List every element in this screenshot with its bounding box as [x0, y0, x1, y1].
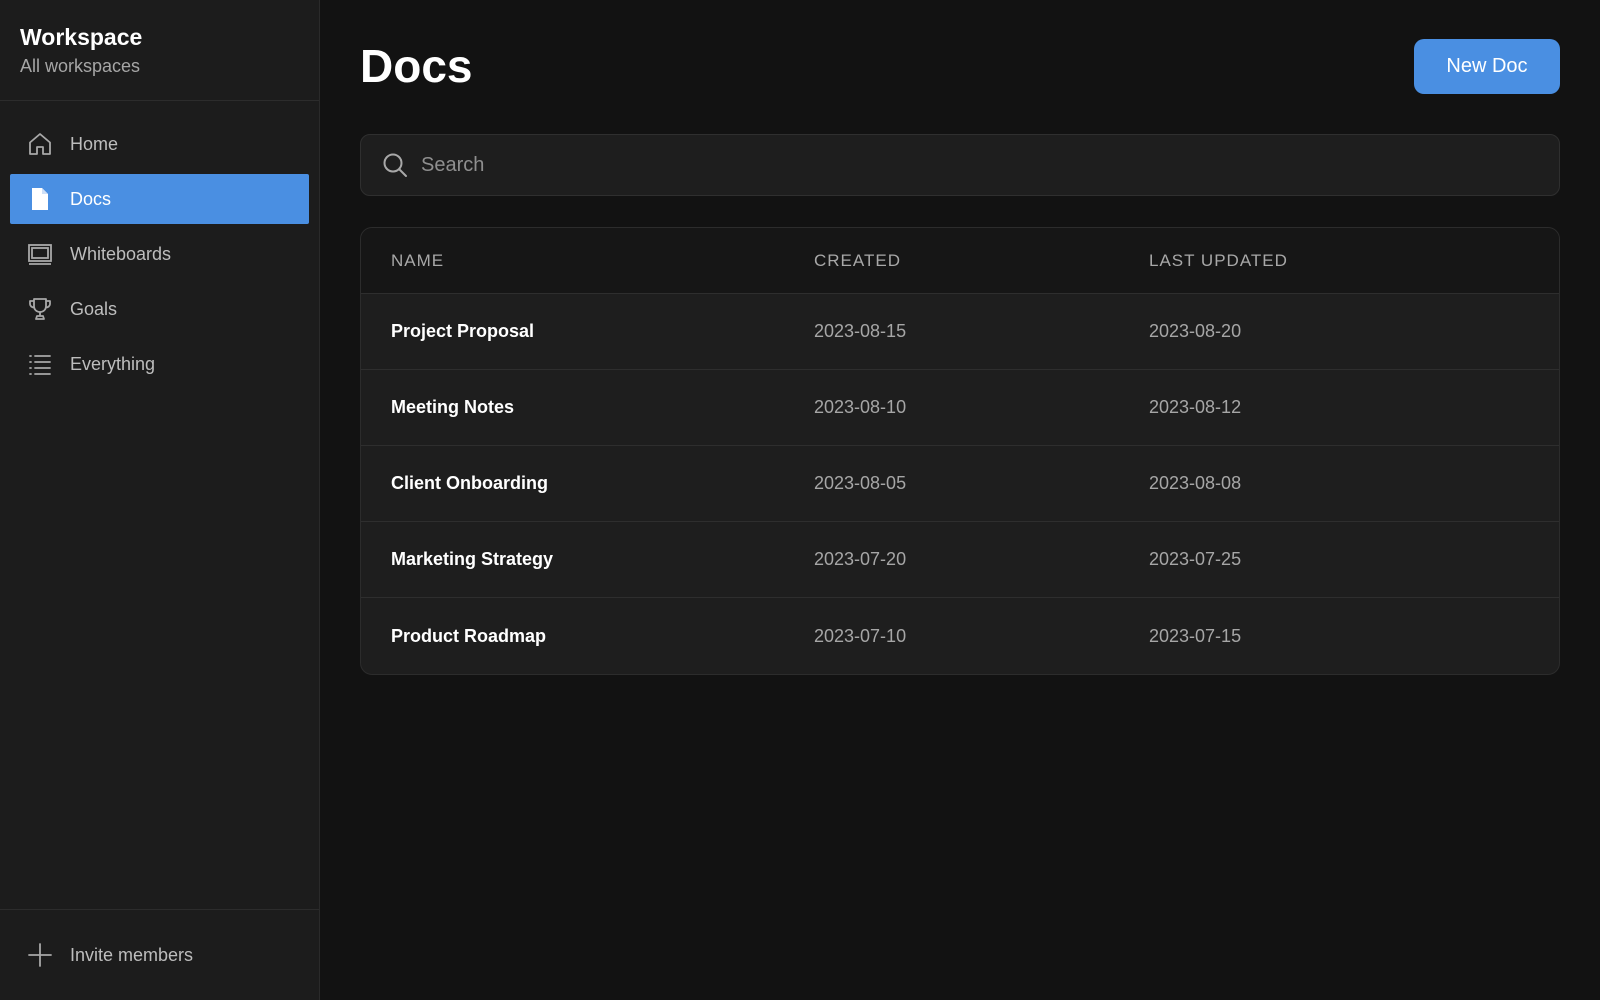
- workspace-subtitle: All workspaces: [20, 56, 141, 76]
- invite-members-button[interactable]: Invite members: [0, 909, 319, 1000]
- table-row[interactable]: Project Proposal 2023-08-15 2023-08-20: [361, 294, 1559, 370]
- docs-table: NAME CREATED LAST UPDATED Project Propos…: [360, 227, 1560, 675]
- whiteboard-icon: [26, 240, 54, 268]
- sidebar-item-label: Whiteboards: [70, 243, 172, 264]
- search-input[interactable]: [421, 153, 1559, 177]
- doc-created: 2023-08-10: [814, 397, 907, 417]
- main-content: Docs New Doc NAME CREATED LAST UPDATED P…: [320, 0, 1600, 1000]
- doc-updated: 2023-08-20: [1149, 321, 1242, 341]
- column-header-created[interactable]: CREATED: [814, 251, 1149, 271]
- doc-created: 2023-08-15: [814, 321, 907, 341]
- invite-members-label: Invite members: [70, 944, 194, 965]
- doc-name: Marketing Strategy: [391, 549, 554, 569]
- sidebar-item-everything[interactable]: Everything: [10, 339, 309, 389]
- sidebar-item-home[interactable]: Home: [10, 119, 309, 169]
- table-row[interactable]: Marketing Strategy 2023-07-20 2023-07-25: [361, 522, 1559, 598]
- doc-updated: 2023-07-15: [1149, 625, 1242, 646]
- document-icon: [26, 185, 54, 213]
- workspace-title: Workspace: [20, 24, 143, 50]
- sidebar-nav: Home Docs Whiteboards Goals Everything: [0, 101, 319, 909]
- main-header: Docs New Doc: [360, 0, 1560, 134]
- sidebar-item-docs[interactable]: Docs: [10, 174, 309, 224]
- sidebar: Workspace All workspaces Home Docs White…: [0, 0, 320, 1000]
- search-bar[interactable]: [360, 134, 1560, 196]
- new-doc-button[interactable]: New Doc: [1414, 38, 1560, 94]
- sidebar-item-label: Home: [70, 133, 119, 154]
- search-icon: [381, 151, 409, 179]
- home-icon: [26, 130, 54, 158]
- sidebar-item-label: Docs: [70, 188, 112, 209]
- doc-name: Project Proposal: [391, 321, 535, 341]
- doc-name: Meeting Notes: [391, 397, 515, 417]
- workspace-header[interactable]: Workspace All workspaces: [0, 0, 319, 101]
- doc-created: 2023-08-05: [814, 473, 907, 493]
- table-header: NAME CREATED LAST UPDATED: [361, 228, 1559, 294]
- doc-name: Client Onboarding: [391, 473, 548, 493]
- sidebar-item-whiteboards[interactable]: Whiteboards: [10, 229, 309, 279]
- plus-icon: [26, 941, 54, 969]
- doc-created: 2023-07-20: [814, 549, 907, 569]
- column-header-name[interactable]: NAME: [361, 251, 814, 271]
- app-window: Workspace All workspaces Home Docs White…: [0, 0, 1600, 1000]
- list-icon: [26, 350, 54, 378]
- column-header-last-updated[interactable]: LAST UPDATED: [1149, 251, 1559, 271]
- table-row[interactable]: Meeting Notes 2023-08-10 2023-08-12: [361, 370, 1559, 446]
- sidebar-item-label: Goals: [70, 298, 118, 319]
- sidebar-item-goals[interactable]: Goals: [10, 284, 309, 334]
- table-row[interactable]: Client Onboarding 2023-08-05 2023-08-08: [361, 446, 1559, 522]
- doc-updated: 2023-07-25: [1149, 549, 1242, 569]
- doc-name: Product Roadmap: [391, 625, 547, 646]
- doc-updated: 2023-08-12: [1149, 397, 1242, 417]
- trophy-icon: [26, 295, 54, 323]
- page-title: Docs: [360, 40, 473, 92]
- doc-updated: 2023-08-08: [1149, 473, 1242, 493]
- sidebar-item-label: Everything: [70, 353, 156, 374]
- table-row[interactable]: Product Roadmap 2023-07-10 2023-07-15: [361, 598, 1559, 674]
- doc-created: 2023-07-10: [814, 625, 907, 646]
